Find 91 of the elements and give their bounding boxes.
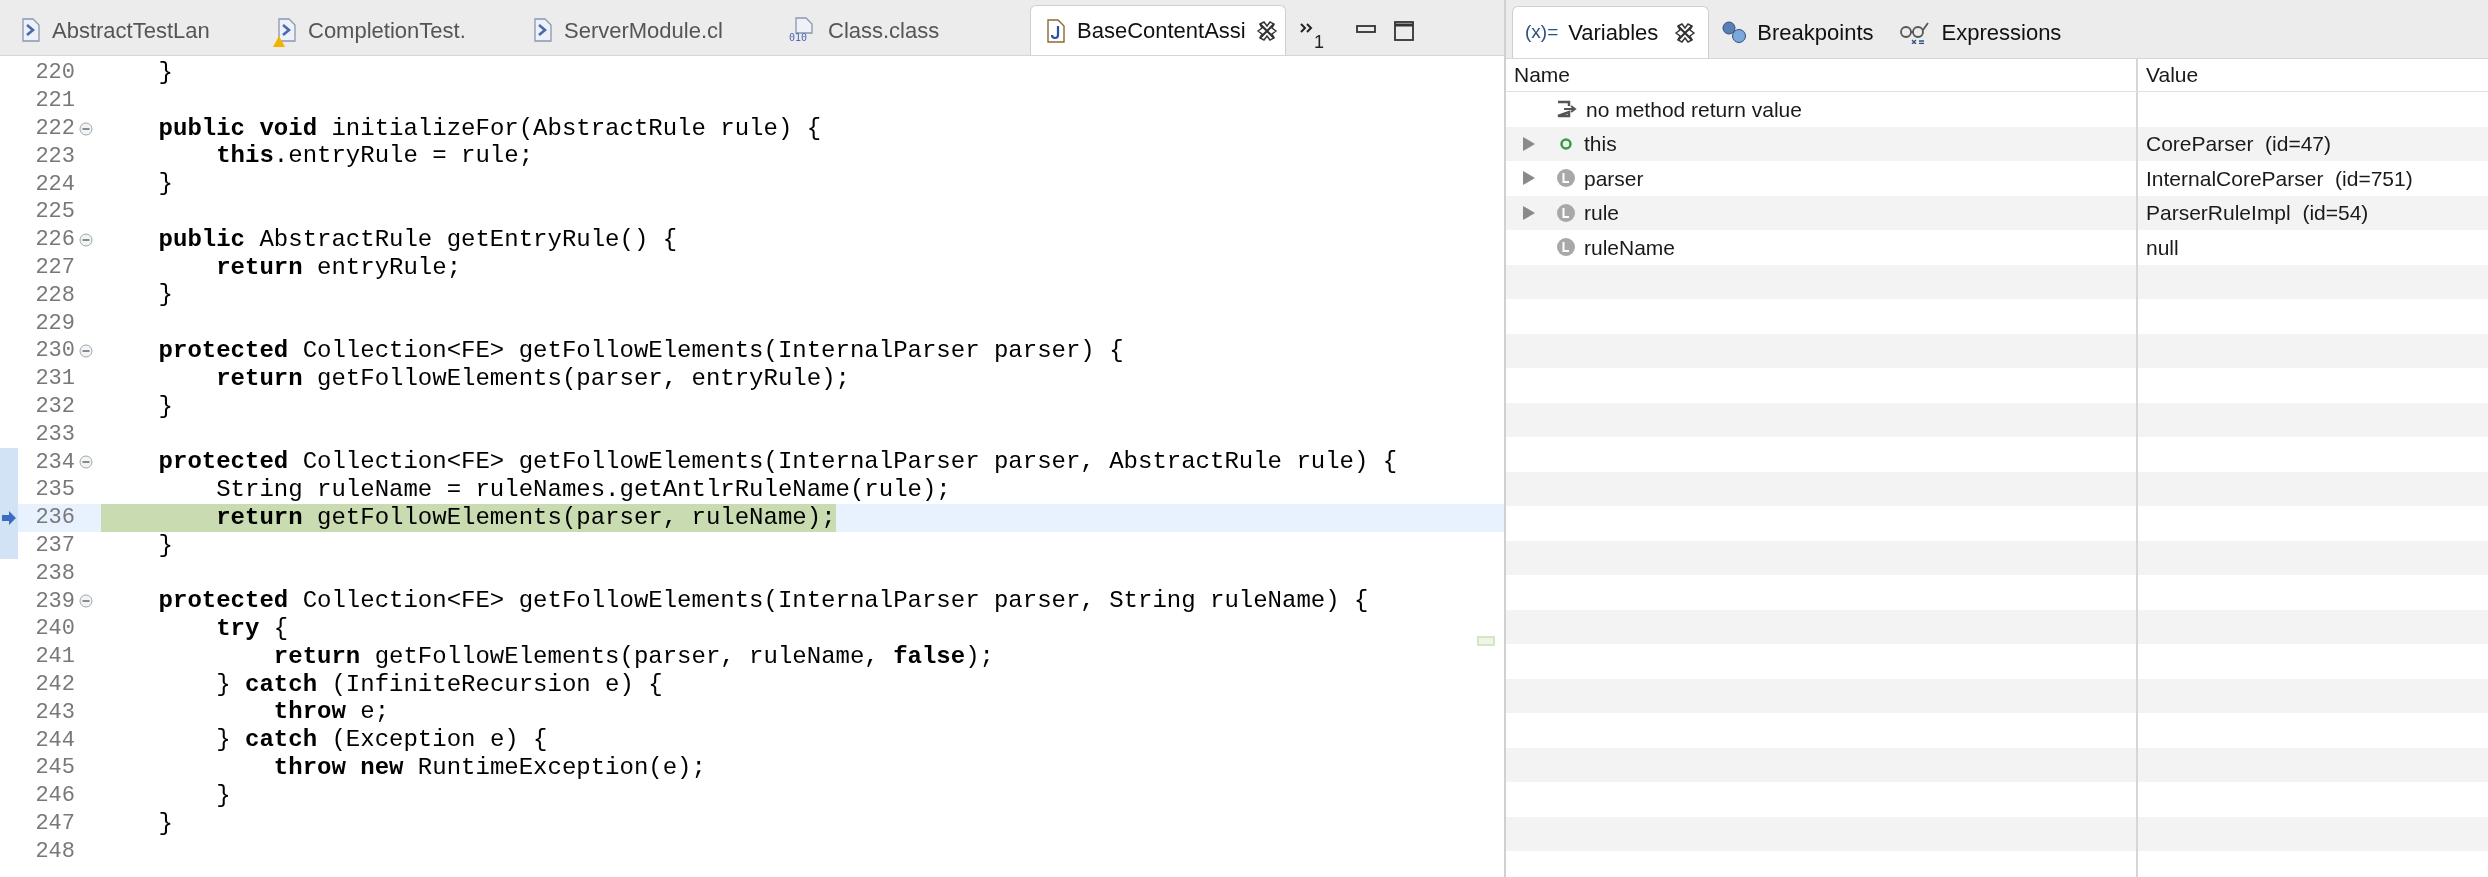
view-tab[interactable]: Expressions <box>1885 6 2074 58</box>
line-number: 228 <box>35 281 75 310</box>
variable-value: null <box>2146 234 2179 261</box>
column-header[interactable]: Value <box>2138 59 2488 91</box>
variable-name[interactable]: parser <box>1584 162 1644 194</box>
code-line: } <box>157 59 173 87</box>
code-line: return getFollowElements(parser, ruleName, false); <box>272 642 994 671</box>
local-variable-icon <box>1556 168 1576 189</box>
variable-value: ParserRuleImpl (id=54) <box>2146 200 2369 226</box>
line-number: 244 <box>35 726 75 755</box>
variable-name[interactable]: no method return value <box>1586 93 1802 125</box>
line-number: 225 <box>35 198 75 227</box>
line-number: 248 <box>35 837 75 866</box>
line-number: 242 <box>35 670 75 699</box>
code-line: throw new RuntimeException(e); <box>272 753 706 782</box>
line-number: 235 <box>35 476 75 505</box>
code-line: } catch (Exception e) { <box>215 726 548 754</box>
line-number: 241 <box>35 643 75 672</box>
line-number: 223 <box>35 142 75 171</box>
expand-triangle-icon[interactable] <box>1522 170 1536 187</box>
line-number: 226 <box>35 226 75 255</box>
code-line: return entryRule; <box>215 253 462 282</box>
line-number: 237 <box>35 531 75 560</box>
code-line: protected Collection<FE> getFollowElements(InternalParser parser, AbstractRule rule) { <box>157 448 1398 476</box>
line-number: 221 <box>35 87 75 116</box>
editor-tab[interactable]: ServerModule.cl <box>518 5 774 55</box>
file-arrow-icon <box>532 17 554 43</box>
view-tab[interactable]: (x)= Variables <box>1512 6 1710 58</box>
line-number: 231 <box>35 365 75 394</box>
view-tab[interactable]: Breakpoints <box>1709 6 1886 58</box>
line-number: 238 <box>35 559 75 588</box>
variables-icon: (x)= <box>1525 18 1559 47</box>
line-number: 230 <box>35 337 75 366</box>
local-variable-icon <box>1556 202 1576 223</box>
line-number: 245 <box>35 754 75 783</box>
glasses-icon <box>1897 20 1932 44</box>
line-number: 229 <box>35 309 75 338</box>
code-line: public void initializeFor(AbstractRule rule) { <box>157 114 822 143</box>
code-line: throw e; <box>272 698 390 727</box>
file-arrow-icon <box>20 17 42 43</box>
code-line: return getFollowElements(parser, entryRule); <box>215 364 850 393</box>
code-line: } catch (InfiniteRecursion e) { <box>215 670 663 699</box>
line-number: 233 <box>35 420 75 449</box>
file-arrow-icon <box>276 17 298 43</box>
variable-value: InternalCoreParser (id=751) <box>2146 165 2413 192</box>
code-line: String ruleName = ruleNames.getAntlrRuleName(rule); <box>215 475 951 504</box>
expand-triangle-icon[interactable] <box>1522 135 1536 152</box>
line-number: 232 <box>35 392 75 421</box>
line-number: 227 <box>35 253 75 282</box>
editor-tab[interactable]: 010 Class.class <box>774 5 1030 55</box>
code-line: public AbstractRule getEntryRule() { <box>157 225 678 254</box>
collapse-icon[interactable] <box>79 455 93 470</box>
code-line: } <box>157 531 173 560</box>
editor-tab[interactable]: CompletionTest. <box>262 5 518 55</box>
line-number: 239 <box>35 587 75 616</box>
code-line: } <box>157 281 173 310</box>
chevrons-icon <box>1300 23 1314 33</box>
code-line: } <box>215 781 231 810</box>
variable-value: CoreParser (id=47) <box>2146 131 2331 157</box>
code-line: protected Collection<FE> getFollowElements(InternalParser parser) { <box>157 336 1124 365</box>
collapse-icon[interactable] <box>79 343 93 358</box>
variable-name[interactable]: rule <box>1584 197 1620 229</box>
line-number: 243 <box>35 698 75 727</box>
line-number: 247 <box>35 809 75 838</box>
breakpoints-icon <box>1721 20 1748 44</box>
variable-name[interactable]: this <box>1584 128 1617 160</box>
expand-triangle-icon[interactable] <box>1522 204 1536 221</box>
editor-tab[interactable]: BaseContentAssi <box>1030 5 1286 55</box>
line-number: 246 <box>35 782 75 811</box>
line-number: 240 <box>35 615 75 644</box>
code-line: } <box>157 392 173 421</box>
collapse-icon[interactable] <box>79 594 93 609</box>
code-line: try { <box>215 614 289 643</box>
code-line: protected Collection<FE> getFollowElements(InternalParser parser, String ruleName) { <box>157 587 1369 615</box>
tab-overflow-button[interactable]: 1 <box>1296 15 1328 55</box>
code-line: } <box>157 809 173 838</box>
code-line: this.entryRule = rule; <box>215 142 534 171</box>
variable-name[interactable]: ruleName <box>1584 231 1676 263</box>
return-value-icon <box>1556 100 1578 119</box>
code-line: } <box>157 170 173 198</box>
line-number: 234 <box>35 448 75 477</box>
editor-tab[interactable]: AbstractTestLan <box>6 5 262 55</box>
collapse-icon[interactable] <box>79 121 93 136</box>
line-number: 222 <box>35 115 75 143</box>
line-number: 236 <box>35 504 75 533</box>
collapse-icon[interactable] <box>79 232 93 247</box>
overview-ruler-marker <box>1477 636 1495 646</box>
local-variable-icon <box>1556 237 1576 258</box>
line-number: 220 <box>35 59 75 88</box>
line-number: 224 <box>35 170 75 199</box>
java-file-icon <box>1045 17 1067 44</box>
